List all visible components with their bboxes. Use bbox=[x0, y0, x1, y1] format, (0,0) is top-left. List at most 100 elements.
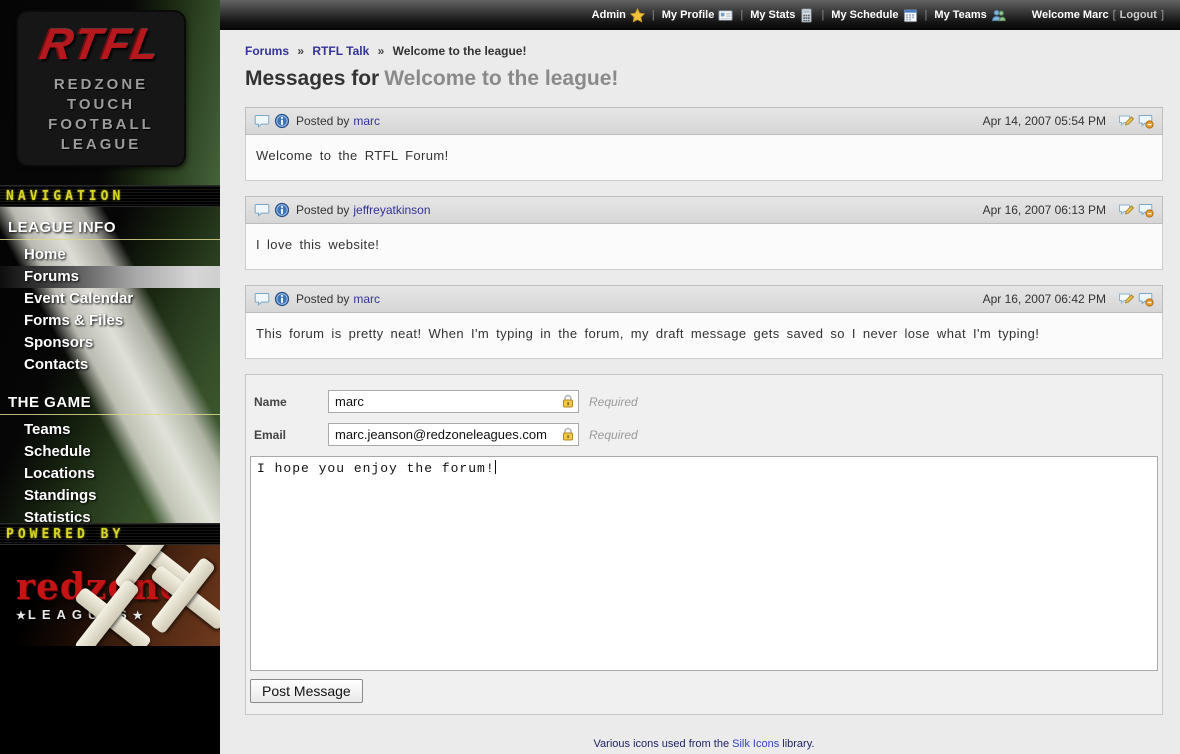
message-textarea[interactable]: I hope you enjoy the forum! bbox=[250, 456, 1158, 671]
topbar-separator: | bbox=[821, 9, 824, 21]
email-field[interactable] bbox=[328, 423, 579, 446]
sidebar-item-home[interactable]: Home bbox=[0, 244, 220, 266]
topbar-my-teams[interactable]: My Teams bbox=[934, 8, 1005, 23]
vcard-icon bbox=[718, 8, 733, 23]
sidebar-item-contacts[interactable]: Contacts bbox=[0, 354, 220, 376]
info-icon[interactable] bbox=[274, 291, 290, 307]
footer-credit-icons: Various icons used from the Silk Icons l… bbox=[245, 733, 1163, 754]
topbar: Admin | My Profile | My Stats | My Sched… bbox=[220, 0, 1180, 30]
breadcrumb-separator: » bbox=[378, 44, 385, 58]
breadcrumb-rtfl-talk-link[interactable]: RTFL Talk bbox=[312, 44, 369, 58]
logo-line-1: REDZONE bbox=[54, 75, 148, 95]
comment-icon bbox=[254, 113, 270, 129]
forum-message: Posted by jeffreyatkinson Apr 16, 2007 0… bbox=[245, 196, 1163, 270]
sidebar: RTFL REDZONE TOUCH FOOTBALL LEAGUE NAVIG… bbox=[0, 0, 220, 754]
navigation-led-banner: NAVIGATION bbox=[0, 185, 220, 207]
edit-message-icon[interactable] bbox=[1118, 113, 1134, 129]
email-label: Email bbox=[254, 428, 328, 442]
sidebar-item-teams[interactable]: Teams bbox=[0, 419, 220, 441]
logout-bracket: ] bbox=[1161, 9, 1164, 21]
edit-message-icon[interactable] bbox=[1118, 202, 1134, 218]
logout-link[interactable]: Logout bbox=[1120, 9, 1157, 21]
message-header: Posted by marc Apr 16, 2007 06:42 PM bbox=[245, 285, 1163, 313]
main-column: Admin | My Profile | My Stats | My Sched… bbox=[220, 0, 1180, 754]
sidebar-item-forms-files[interactable]: Forms & Files bbox=[0, 310, 220, 332]
calculator-icon bbox=[799, 8, 814, 23]
logo-line-3: FOOTBALL bbox=[48, 115, 154, 135]
message-date: Apr 14, 2007 05:54 PM bbox=[983, 114, 1106, 128]
sidebar-item-forums[interactable]: Forums bbox=[0, 266, 220, 288]
welcome-user-label: Welcome Marc bbox=[1032, 9, 1109, 21]
message-date: Apr 16, 2007 06:42 PM bbox=[983, 292, 1106, 306]
calendar-icon bbox=[903, 8, 918, 23]
edit-message-icon[interactable] bbox=[1118, 291, 1134, 307]
posted-by-label: Posted by bbox=[296, 114, 349, 128]
topbar-my-schedule[interactable]: My Schedule bbox=[831, 8, 917, 23]
forum-message: Posted by marc Apr 16, 2007 06:42 PM Thi… bbox=[245, 285, 1163, 359]
topbar-separator: | bbox=[652, 9, 655, 21]
text-caret bbox=[495, 460, 496, 474]
sidebar-filler bbox=[0, 646, 220, 754]
topbar-my-profile[interactable]: My Profile bbox=[662, 8, 734, 23]
sidebar-item-standings[interactable]: Standings bbox=[0, 485, 220, 507]
star-icon bbox=[630, 8, 645, 23]
posted-by-label: Posted by bbox=[296, 203, 349, 217]
breadcrumb-current: Welcome to the league! bbox=[393, 44, 527, 58]
delete-message-icon[interactable] bbox=[1138, 113, 1154, 129]
breadcrumb-forums-link[interactable]: Forums bbox=[245, 44, 289, 58]
silk-icons-link[interactable]: Silk Icons bbox=[732, 738, 779, 750]
page-title: Messages forWelcome to the league! bbox=[245, 67, 1163, 91]
redzone-leagues-logo[interactable]: redzone ★LEAGUES★ bbox=[0, 545, 220, 646]
lock-icon bbox=[561, 394, 575, 409]
heading-the-game: THE GAME bbox=[0, 388, 220, 415]
email-row: Email Required bbox=[254, 423, 1160, 446]
heading-league-info: LEAGUE INFO bbox=[0, 213, 220, 240]
page-footer: Various icons used from the Silk Icons l… bbox=[245, 733, 1163, 754]
message-body: This forum is pretty neat! When I'm typi… bbox=[245, 313, 1163, 359]
info-icon[interactable] bbox=[274, 202, 290, 218]
logo-abbr: RTFL bbox=[37, 23, 164, 67]
author-link[interactable]: marc bbox=[353, 114, 380, 128]
author-link[interactable]: marc bbox=[353, 292, 380, 306]
comment-icon bbox=[254, 291, 270, 307]
required-label: Required bbox=[589, 428, 638, 442]
required-label: Required bbox=[589, 395, 638, 409]
message-body: I love this website! bbox=[245, 224, 1163, 270]
topbar-admin[interactable]: Admin bbox=[592, 8, 645, 23]
posted-by-label: Posted by bbox=[296, 292, 349, 306]
delete-message-icon[interactable] bbox=[1138, 291, 1154, 307]
delete-message-icon[interactable] bbox=[1138, 202, 1154, 218]
message-header: Posted by marc Apr 14, 2007 05:54 PM bbox=[245, 107, 1163, 135]
sidebar-item-schedule[interactable]: Schedule bbox=[0, 441, 220, 463]
breadcrumb-separator: » bbox=[297, 44, 304, 58]
logout-bracket: [ bbox=[1113, 9, 1116, 21]
topbar-separator: | bbox=[740, 9, 743, 21]
name-label: Name bbox=[254, 395, 328, 409]
topbar-my-stats[interactable]: My Stats bbox=[750, 8, 814, 23]
message-date: Apr 16, 2007 06:13 PM bbox=[983, 203, 1106, 217]
comment-icon bbox=[254, 202, 270, 218]
author-link[interactable]: jeffreyatkinson bbox=[353, 203, 430, 217]
post-message-form: Name Required Email Required I hope you … bbox=[245, 374, 1163, 715]
logo-area: RTFL REDZONE TOUCH FOOTBALL LEAGUE bbox=[0, 0, 220, 185]
forum-message: Posted by marc Apr 14, 2007 05:54 PM Wel… bbox=[245, 107, 1163, 181]
rtfl-logo[interactable]: RTFL REDZONE TOUCH FOOTBALL LEAGUE bbox=[18, 12, 184, 165]
sidebar-item-locations[interactable]: Locations bbox=[0, 463, 220, 485]
content-area: Forums » RTFL Talk » Welcome to the leag… bbox=[220, 30, 1180, 754]
breadcrumb: Forums » RTFL Talk » Welcome to the leag… bbox=[245, 44, 1163, 58]
name-field[interactable] bbox=[328, 390, 579, 413]
sidebar-item-event-calendar[interactable]: Event Calendar bbox=[0, 288, 220, 310]
topbar-separator: | bbox=[925, 9, 928, 21]
star-glyph: ★ bbox=[16, 610, 28, 622]
logo-line-4: LEAGUE bbox=[61, 135, 142, 155]
message-body: Welcome to the RTFL Forum! bbox=[245, 135, 1163, 181]
sidebar-item-sponsors[interactable]: Sponsors bbox=[0, 332, 220, 354]
logo-line-2: TOUCH bbox=[67, 95, 135, 115]
info-icon[interactable] bbox=[274, 113, 290, 129]
group-icon bbox=[991, 8, 1006, 23]
sidebar-menu: LEAGUE INFO Home Forums Event Calendar F… bbox=[0, 207, 220, 523]
message-header: Posted by jeffreyatkinson Apr 16, 2007 0… bbox=[245, 196, 1163, 224]
post-message-button[interactable]: Post Message bbox=[250, 679, 363, 703]
powered-by-led-banner: POWERED BY bbox=[0, 523, 220, 545]
lock-icon bbox=[561, 427, 575, 442]
